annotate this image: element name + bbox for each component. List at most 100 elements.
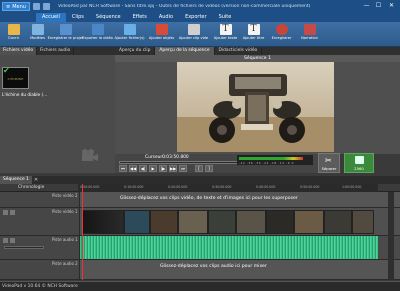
video-clip[interactable] (150, 210, 178, 234)
checkmark-icon: ✔ (3, 66, 10, 75)
record-icon (275, 24, 288, 35)
track-lane[interactable]: Glissez-déplacez vos clips audio ici pou… (80, 260, 380, 279)
add-objects-label: Ajouter objets (148, 36, 175, 40)
maximize-button[interactable]: ☐ (374, 2, 383, 10)
text-icon: T (219, 24, 232, 35)
playhead[interactable] (82, 184, 83, 280)
scrub-bar[interactable] (119, 161, 239, 164)
narration-label: Narration (301, 36, 318, 40)
add-title-button[interactable]: T Ajouter titre (242, 24, 265, 40)
export-video-button[interactable]: Exporter la vidéo (82, 24, 113, 40)
preview-body (115, 62, 400, 154)
video-clip[interactable] (324, 210, 352, 234)
tab-suite[interactable]: Suite (213, 13, 238, 22)
video-clip[interactable] (124, 210, 150, 234)
quick-undo-icon[interactable] (42, 3, 50, 10)
title-icon: T (247, 24, 260, 35)
eye-icon[interactable] (3, 210, 8, 215)
menu-icon: ≡ (6, 3, 11, 10)
rewind-button[interactable]: ◀◀ (129, 165, 137, 172)
tab-sequence-preview[interactable]: Aperçu de la séquence (155, 47, 215, 55)
tab-effets[interactable]: Effets (127, 13, 153, 22)
fast-forward-button[interactable]: ▶▶ (169, 165, 177, 172)
mark-out-button[interactable]: ] (205, 165, 213, 172)
tab-video-files[interactable]: Fichiers vidéo (0, 47, 38, 55)
add-objects-button[interactable]: Ajouter objets (146, 24, 177, 40)
lock-icon[interactable] (10, 210, 15, 215)
track-lane[interactable]: Glissez-déplacez vos clips vidéo, de tex… (80, 192, 380, 207)
video-camera-icon (82, 149, 98, 161)
tab-exporter[interactable]: Exporter (179, 13, 213, 22)
narration-button[interactable]: Narration (298, 24, 321, 40)
video-clip[interactable] (266, 210, 294, 234)
audio-waveform[interactable] (80, 236, 378, 259)
sequence-tab[interactable]: Séquence 1 (0, 176, 32, 184)
menu-button[interactable]: ≡ Menu (2, 2, 30, 11)
quick-save-icon[interactable] (32, 3, 40, 10)
save-project-button[interactable]: Enregistrer le projet (47, 24, 84, 40)
video-clip[interactable] (208, 210, 236, 234)
meter-scale: -42 -36 -30 -24 -18 -12 -6 0 (239, 161, 295, 165)
volume-slider[interactable] (4, 246, 44, 249)
level-bar (239, 157, 303, 160)
split-label: Séparer (321, 166, 337, 171)
save-project-label: Enregistrer le projet (47, 36, 84, 40)
add-files-button[interactable]: Ajouter fichier(s) (114, 24, 145, 40)
sequence-tab-bar: Séquence 1 ✕ (0, 176, 400, 184)
render-icon (355, 156, 364, 164)
play-button[interactable]: ▶ (149, 165, 157, 172)
video-clip[interactable] (294, 210, 324, 234)
tab-clip-preview[interactable]: Aperçu du clip (115, 47, 156, 55)
split-button[interactable]: ✂ Séparer (318, 153, 340, 173)
scissors-icon: ✂ (325, 156, 332, 165)
add-text-button[interactable]: T Ajouter texte (210, 24, 241, 40)
close-button[interactable]: ✕ (387, 2, 396, 10)
add-blank-clip-button[interactable]: Ajouter clip vide (178, 24, 209, 40)
speaker-icon[interactable] (3, 238, 8, 243)
video-clip[interactable] (82, 210, 124, 234)
templates-label: Modèles (30, 36, 45, 40)
audio-drop-hint: Glissez-déplacez vos clips audio ici pou… (160, 264, 267, 269)
tab-clips[interactable]: Clips (66, 13, 90, 22)
minimize-button[interactable]: — (362, 2, 371, 10)
close-tab-icon[interactable]: ✕ (34, 177, 38, 183)
go-to-start-button[interactable]: ⏮ (119, 165, 127, 172)
status-text: VideoPad v 10.64 © NCH Software (2, 284, 78, 289)
mark-in-button[interactable]: [ (195, 165, 203, 172)
track-name: Piste audio 2 (52, 261, 78, 266)
record-label: Enregistrer (271, 36, 292, 40)
ruler-tick: 0:30:00.000 (212, 185, 232, 189)
media-bin-tabs: Fichiers vidéo Fichiers audio (0, 47, 115, 55)
tab-audio-files[interactable]: Fichiers audio (37, 47, 75, 55)
tab-accueil[interactable]: Accueil (36, 13, 66, 22)
blank-clip-icon (187, 24, 200, 35)
video-clip[interactable] (352, 210, 374, 234)
window-title: VideoPad par NCH Software - Sans titre.v… (57, 4, 311, 9)
video-clip[interactable] (178, 210, 208, 234)
timeline-scrollbar[interactable] (388, 192, 394, 280)
tab-video-tutorials[interactable]: Didacticiels vidéo (215, 47, 263, 55)
ruler-tick: 0:40:00.000 (256, 185, 276, 189)
track-header: Piste audio 2 (0, 260, 80, 279)
audio-track-2: Piste audio 2 Glissez-déplacez vos clips… (0, 260, 400, 280)
track-lane[interactable] (80, 208, 380, 235)
render-button[interactable]: 2560 (344, 153, 374, 173)
svg-text:L'ÉCHINE: L'ÉCHINE (8, 76, 24, 81)
open-button[interactable]: Ouvrir (2, 24, 25, 40)
timeline-ruler-row: Chronologie 0:00:00.000 0:10:00.000 0:20… (0, 184, 400, 192)
lock-icon[interactable] (10, 238, 15, 243)
record-button[interactable]: Enregistrer (266, 24, 297, 40)
tab-sequence[interactable]: Séquence (90, 13, 127, 22)
cursor-time[interactable]: 0:03:50.800 (162, 155, 189, 160)
add-files-icon (123, 24, 136, 35)
templates-button[interactable]: Modèles (26, 24, 49, 40)
step-back-button[interactable]: ◀| (139, 165, 147, 172)
tab-audio[interactable]: Audio (153, 13, 179, 22)
go-to-end-button[interactable]: ⏭ (179, 165, 187, 172)
video-clip[interactable] (236, 210, 266, 234)
timeline-ruler[interactable]: 0:00:00.000 0:10:00.000 0:20:00.000 0:30… (78, 184, 378, 192)
video-track-1: Piste vidéo 1 (0, 208, 400, 236)
transport-bar: Curseur : 0:03:50.800 ⏮ ◀◀ ◀| ▶ |▶ ▶▶ ⏭ … (115, 154, 320, 173)
step-forward-button[interactable]: |▶ (159, 165, 167, 172)
objects-icon (155, 24, 168, 35)
